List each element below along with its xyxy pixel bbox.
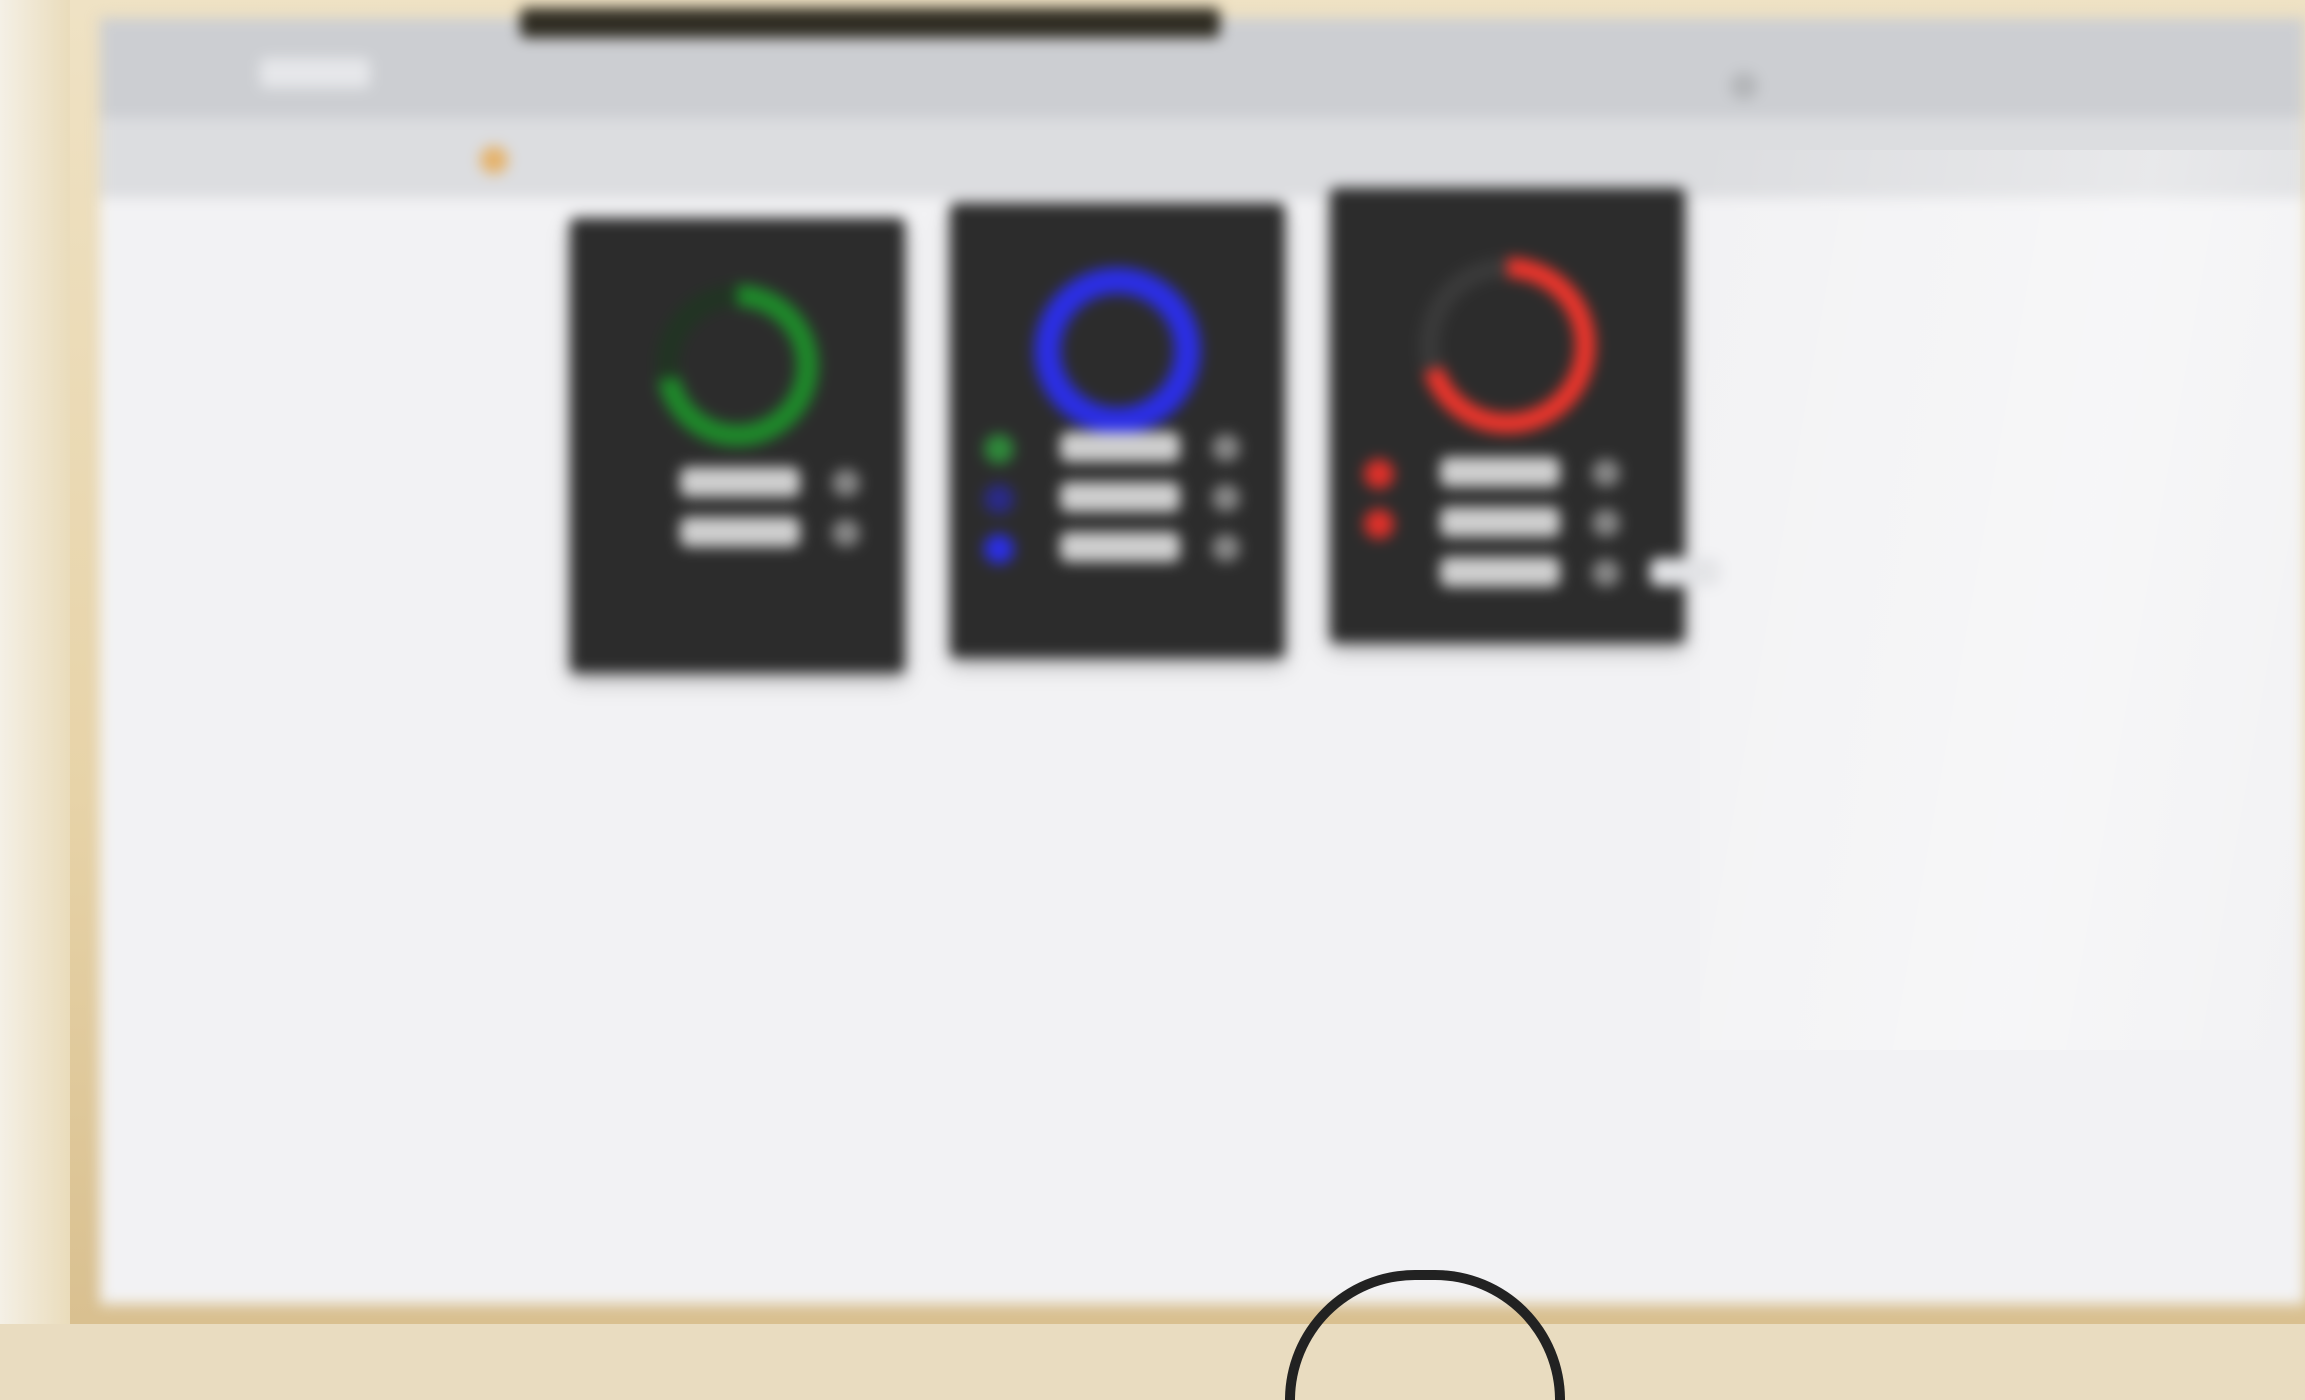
table-cell [1150, 804, 1470, 874]
card-legend-row[interactable] [1330, 453, 1685, 493]
data-table [370, 678, 1470, 1014]
legend-bullet [984, 534, 1014, 564]
table-row[interactable] [370, 944, 1470, 1014]
donut-chart [1034, 267, 1201, 434]
legend-bullet [984, 434, 1014, 464]
table-cell[interactable] [460, 734, 610, 804]
legend-value [1212, 434, 1240, 462]
table-cell [370, 874, 460, 944]
table-cell [370, 804, 460, 874]
legend-label [1440, 457, 1560, 487]
column-header[interactable] [370, 678, 460, 734]
table-cell [1150, 874, 1470, 944]
brand-logo[interactable] [260, 58, 370, 88]
legend-label [1440, 557, 1560, 587]
main-content [100, 188, 2305, 1304]
table-header-row [370, 678, 1470, 734]
card-legend-row[interactable] [570, 513, 905, 553]
legend-label [1060, 482, 1180, 512]
status-card[interactable] [1330, 188, 1685, 643]
table-cell[interactable] [460, 944, 610, 1014]
table-cell [610, 944, 1150, 1014]
table-cell [610, 874, 1150, 944]
card-legend-row[interactable] [950, 428, 1285, 468]
legend-value [1592, 509, 1620, 537]
donut-chart [1419, 257, 1596, 434]
legend-bullet [604, 519, 634, 549]
table-cell [610, 734, 1150, 804]
legend-value [1212, 484, 1240, 512]
table-cell [1150, 944, 1470, 1014]
column-header[interactable] [610, 678, 1150, 734]
legend-value [1592, 459, 1620, 487]
donut-arc [1034, 267, 1201, 434]
legend-label [1060, 532, 1180, 562]
card-legend-row[interactable] [950, 478, 1285, 518]
table-cell [1150, 734, 1470, 804]
table-cell [610, 804, 1150, 874]
legend-bullet [1364, 459, 1394, 489]
legend-value [1212, 534, 1240, 562]
card-legend-row[interactable] [950, 528, 1285, 568]
table-cell [370, 734, 460, 804]
status-card[interactable] [950, 203, 1285, 658]
tab-bar [370, 598, 970, 658]
screen [100, 8, 2305, 1304]
home-icon[interactable] [480, 146, 508, 174]
export-link[interactable] [1650, 558, 1720, 586]
legend-value [832, 519, 860, 547]
card-legend-row[interactable] [1330, 553, 1685, 593]
legend-bullet [1364, 559, 1394, 589]
table-cell [370, 944, 460, 1014]
sub-navigation-bar [100, 118, 2305, 198]
table-row[interactable] [370, 874, 1470, 944]
table-cell[interactable] [460, 804, 610, 874]
legend-label [1060, 432, 1180, 462]
column-header[interactable] [1150, 678, 1470, 734]
browser-chrome-strip [520, 8, 1220, 38]
legend-value [832, 469, 860, 497]
legend-label [680, 517, 800, 547]
legend-label [680, 467, 800, 497]
card-legend-row[interactable] [1330, 503, 1685, 543]
monitor-bezel-highlight [0, 0, 70, 1324]
legend-bullet [604, 469, 634, 499]
legend-bullet [1364, 509, 1394, 539]
user-avatar-icon[interactable] [1730, 72, 1758, 100]
table-row[interactable] [370, 804, 1470, 874]
legend-value [1592, 559, 1620, 587]
legend-bullet [984, 484, 1014, 514]
legend-label [1440, 507, 1560, 537]
table-cell[interactable] [460, 874, 610, 944]
donut-chart [656, 284, 819, 447]
top-navigation-bar [100, 8, 2305, 118]
column-header[interactable] [460, 678, 610, 734]
table-row[interactable] [370, 734, 1470, 804]
card-legend-row[interactable] [570, 463, 905, 503]
